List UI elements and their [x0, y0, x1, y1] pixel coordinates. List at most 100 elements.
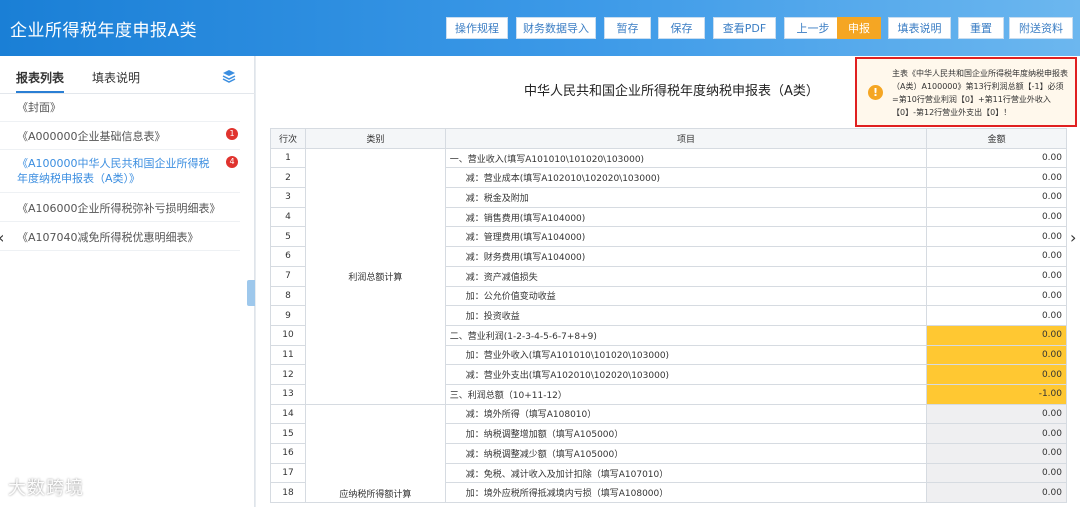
report-sidebar: 报表列表 填表说明 《封面》 《A000000企业基础信息表》 1 《A1000… [0, 56, 255, 507]
sidebar-tabs: 报表列表 填表说明 [0, 56, 255, 94]
item-cell: 减：纳税调整减少额（填写A105000） [444, 443, 928, 464]
row-number: 4 [270, 206, 306, 228]
column-header-item: 项目 [444, 128, 928, 149]
attachments-button[interactable]: 附送资料 [1009, 17, 1073, 39]
column-header-no: 行次 [270, 128, 306, 149]
row-number: 3 [270, 187, 306, 208]
row-number: 18 [270, 482, 306, 504]
amount-cell: -1.00 [926, 383, 1067, 405]
item-cell: 加：纳税调整增加额（填写A105000） [444, 423, 928, 444]
item-cell: 减：财务费用(填写A104000) [444, 246, 928, 267]
sidebar-item-a107040[interactable]: 《A107040减免所得税优惠明细表》 [0, 222, 240, 251]
item-cell: 减：营业外支出(填写A102010\102020\103000) [444, 364, 928, 385]
sidebar-item-cover[interactable]: 《封面》 [0, 98, 240, 122]
reset-button[interactable]: 重置 [958, 17, 1004, 39]
row-number: 6 [270, 246, 306, 267]
sidebar-item-a000000[interactable]: 《A000000企业基础信息表》 1 [0, 122, 240, 150]
sidebar-item-label: 《A107040减免所得税优惠明细表》 [17, 231, 199, 244]
table-header-row: 行次 类别 项目 金额 [270, 128, 1067, 149]
amount-cell[interactable]: 0.00 [926, 167, 1067, 189]
amount-cell: 0.00 [926, 482, 1067, 504]
amount-cell[interactable]: 0.00 [926, 147, 1067, 169]
item-cell: 加：营业外收入(填写A101010\101020\103000) [444, 344, 928, 366]
amount-cell: 0.00 [926, 324, 1067, 346]
row-number: 1 [270, 147, 306, 169]
amount-cell[interactable]: 0.00 [926, 246, 1067, 267]
item-cell: 减：销售费用(填写A104000) [444, 206, 928, 228]
amount-cell[interactable]: 0.00 [926, 226, 1067, 248]
row-number: 16 [270, 443, 306, 464]
amount-cell[interactable]: 0.00 [926, 285, 1067, 307]
temp-save-button[interactable]: 暂存 [604, 17, 651, 39]
item-cell: 二、营业利润(1-2-3-4-5-6-7+8+9) [444, 324, 928, 346]
row-number: 13 [270, 383, 306, 405]
error-count-badge: 1 [226, 128, 238, 140]
item-cell: 加：投资收益 [444, 305, 928, 326]
chevron-right-icon[interactable]: › [1070, 228, 1076, 247]
item-cell: 减：境外所得（填写A108010） [444, 403, 928, 425]
filling-instructions-button[interactable]: 填表说明 [888, 17, 951, 39]
item-cell: 一、营业收入(填写A101010\101020\103000) [444, 147, 928, 169]
row-number: 10 [270, 324, 306, 346]
column-header-category: 类别 [304, 128, 446, 149]
item-cell: 减：资产减值损失 [444, 265, 928, 287]
item-cell: 减：营业成本(填写A102010\102020\103000) [444, 167, 928, 189]
import-financial-data-button[interactable]: 财务数据导入 [516, 17, 596, 39]
item-cell: 减：免税、减计收入及加计扣除（填写A107010） [444, 462, 928, 484]
item-cell: 减：税金及附加 [444, 187, 928, 208]
layers-icon[interactable] [222, 69, 236, 83]
row-number: 8 [270, 285, 306, 307]
row-number: 17 [270, 462, 306, 484]
amount-cell: 0.00 [926, 423, 1067, 444]
app-title: 企业所得税年度申报A类 [10, 21, 198, 41]
item-cell: 减：管理费用(填写A104000) [444, 226, 928, 248]
operation-rules-button[interactable]: 操作规程 [446, 17, 508, 39]
form-title: 中华人民共和国企业所得税年度纳税申报表（A类） [524, 84, 819, 99]
sidebar-item-a100000[interactable]: 《A100000中华人民共和国企业所得税年度纳税申报表（A类）》 4 [0, 150, 240, 193]
validation-alert: ! 主表《中华人民共和国企业所得税年度纳税申报表（A类）A100000》第13行… [855, 57, 1077, 127]
amount-cell[interactable]: 0.00 [926, 187, 1067, 208]
sidebar-item-label: 《A000000企业基础信息表》 [17, 130, 166, 143]
amount-cell[interactable]: 0.00 [926, 206, 1067, 228]
sidebar-item-a106000[interactable]: 《A106000企业所得税弥补亏损明细表》 [0, 193, 240, 222]
sidebar-item-label: 《A100000中华人民共和国企业所得税年度纳税申报表（A类）》 [17, 157, 210, 185]
previous-step-button[interactable]: 上一步 [784, 17, 842, 39]
amount-cell[interactable]: 0.00 [926, 265, 1067, 287]
error-count-badge: 4 [226, 156, 238, 168]
row-number: 5 [270, 226, 306, 248]
table-row: 1 利润总额计算 一、营业收入(填写A101010\101020\103000)… [270, 147, 1067, 405]
item-cell: 加：公允价值变动收益 [444, 285, 928, 307]
save-button[interactable]: 保存 [658, 17, 705, 39]
alert-message: 主表《中华人民共和国企业所得税年度纳税申报表（A类）A100000》第13行利润… [892, 69, 1068, 117]
row-number: 9 [270, 305, 306, 326]
sidebar-item-label: 《封面》 [17, 101, 61, 114]
row-number: 11 [270, 344, 306, 366]
category-cell: 利润总额计算 [304, 147, 446, 405]
declare-button[interactable]: 申报 [837, 17, 881, 39]
column-header-amount: 金额 [926, 128, 1067, 149]
row-number: 7 [270, 265, 306, 287]
sidebar-item-label: 《A106000企业所得税弥补亏损明细表》 [17, 202, 221, 215]
warning-icon: ! [868, 85, 883, 100]
row-number: 12 [270, 364, 306, 385]
amount-cell: 0.00 [926, 443, 1067, 464]
app-header: 企业所得税年度申报A类 操作规程 财务数据导入 暂存 保存 查看PDF 上一步 … [0, 0, 1080, 56]
collapse-handle[interactable] [247, 280, 255, 306]
view-pdf-button[interactable]: 查看PDF [713, 17, 776, 39]
chevron-left-icon[interactable]: ‹ [0, 228, 4, 247]
row-number: 2 [270, 167, 306, 189]
tab-report-list[interactable]: 报表列表 [16, 69, 65, 93]
watermark-logo: 大数跨境 [8, 478, 84, 499]
category-cell: 应纳税所得额计算 [304, 403, 446, 504]
row-number: 15 [270, 423, 306, 444]
tab-filling-instructions[interactable]: 填表说明 [92, 69, 140, 86]
declaration-table: 行次 类别 项目 金额 1 利润总额计算 一、营业收入(填写A101010\10… [270, 128, 1067, 504]
item-cell: 三、利润总额（10+11-12） [444, 383, 928, 405]
table-row: 14 应纳税所得额计算 减：境外所得（填写A108010） 0.00 [270, 403, 1067, 504]
amount-cell[interactable]: 0.00 [926, 305, 1067, 326]
amount-cell: 0.00 [926, 403, 1067, 425]
row-number: 14 [270, 403, 306, 425]
amount-cell: 0.00 [926, 344, 1067, 366]
amount-cell: 0.00 [926, 462, 1067, 484]
item-cell: 加：境外应税所得抵减境内亏损（填写A108000） [444, 482, 928, 504]
